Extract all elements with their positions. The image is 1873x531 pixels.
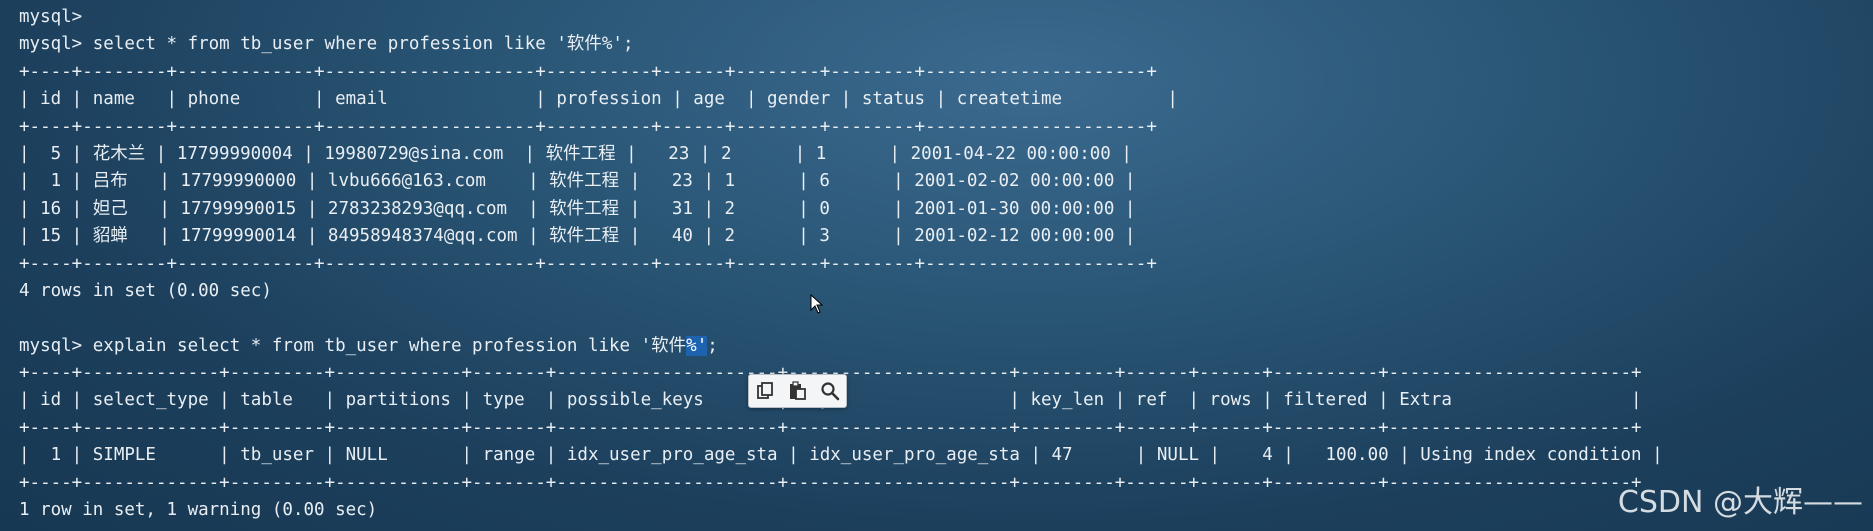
table-row: | 5 | 花木兰 | 17799990004 | 19980729@sina.… — [19, 143, 1132, 164]
table-border: +----+--------+-------------+-----------… — [19, 253, 1157, 274]
paste-button[interactable] — [784, 378, 810, 404]
search-button[interactable] — [817, 378, 843, 404]
table-border: +----+--------+-------------+-----------… — [19, 61, 1157, 82]
result-summary: 1 row in set, 1 warning (0.00 sec) — [19, 500, 378, 521]
terminal-line: mysql> select * from tb_user where profe… — [19, 34, 634, 55]
table-row: | 1 | 吕布 | 17799990000 | lvbu666@163.com… — [19, 171, 1136, 192]
table-border: +----+-------------+---------+----------… — [19, 417, 1642, 438]
table-row: | 1 | SIMPLE | tb_user | NULL | range | … — [19, 445, 1663, 466]
table-border: +----+--------+-------------+-----------… — [19, 116, 1157, 137]
command-text: mysql> explain select * from tb_user whe… — [19, 335, 687, 356]
selected-text[interactable]: %' — [686, 335, 708, 356]
table-border: +----+-------------+---------+----------… — [19, 472, 1642, 493]
table-header: | id | name | phone | email | profession… — [19, 89, 1178, 110]
table-row: | 16 | 妲己 | 17799990015 | 2783238293@qq.… — [19, 198, 1136, 219]
paste-icon — [790, 381, 807, 400]
copy-button[interactable] — [752, 378, 778, 404]
search-icon — [821, 382, 840, 401]
result-summary: 4 rows in set (0.00 sec) — [19, 280, 272, 301]
table-row: | 15 | 貂蝉 | 17799990014 | 84958948374@qq… — [19, 226, 1136, 247]
terminal-line: mysql> explain select * from tb_user whe… — [19, 333, 1663, 360]
copy-icon — [757, 382, 774, 399]
mouse-pointer-icon — [810, 294, 824, 314]
terminal-output[interactable]: mysql> mysql> select * from tb_user wher… — [19, 4, 1663, 524]
command-end: ; — [707, 335, 718, 356]
terminal-line: mysql> — [19, 7, 83, 27]
selection-popup — [748, 374, 847, 408]
watermark: CSDN @大辉—— — [1617, 485, 1863, 520]
